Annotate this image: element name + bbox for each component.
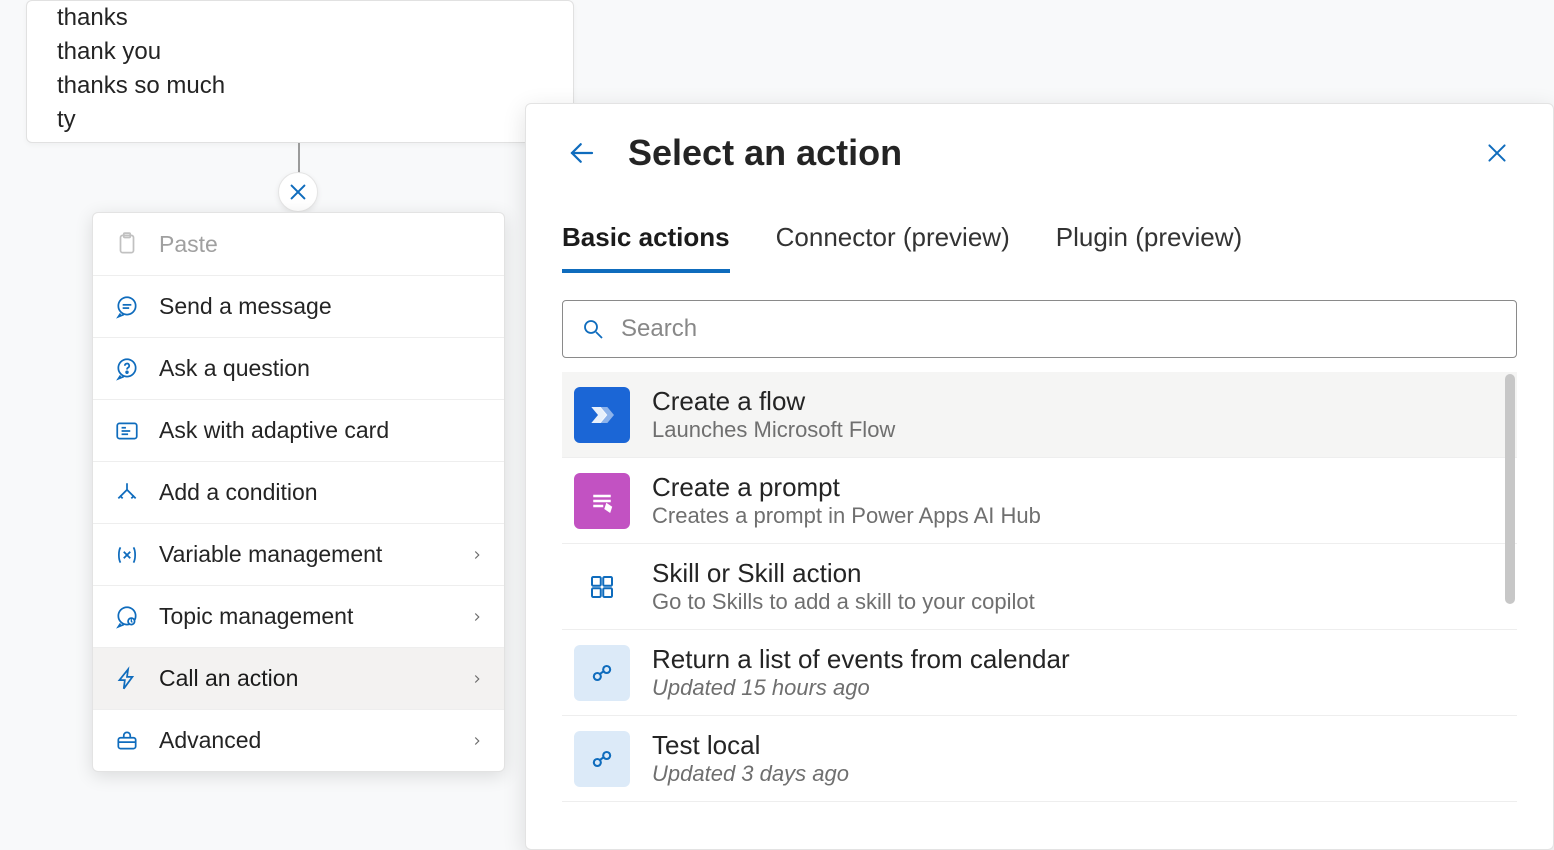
action-title: Create a prompt [652, 472, 1041, 503]
search-input[interactable] [621, 315, 1498, 343]
action-row-create-flow[interactable]: Create a flow Launches Microsoft Flow [562, 372, 1517, 458]
action-row-calendar[interactable]: Return a list of events from calendar Up… [562, 630, 1517, 716]
chevron-right-icon [470, 610, 484, 624]
action-subtitle: Updated 3 days ago [652, 761, 849, 787]
cloud-flow-icon [574, 731, 630, 787]
action-subtitle: Creates a prompt in Power Apps AI Hub [652, 503, 1041, 529]
trigger-phrase-card: thanks thank you thanks so much ty [26, 0, 574, 143]
skill-icon [574, 559, 630, 615]
question-icon [113, 355, 141, 383]
action-title: Create a flow [652, 386, 895, 417]
chat-icon [113, 293, 141, 321]
search-icon [581, 317, 605, 341]
branch-icon [113, 479, 141, 507]
menu-item-paste[interactable]: Paste [93, 213, 504, 275]
trigger-phrase: ty [57, 103, 543, 137]
menu-item-label: Variable management [159, 541, 452, 568]
action-subtitle: Go to Skills to add a skill to your copi… [652, 589, 1035, 615]
bolt-icon [113, 665, 141, 693]
action-row-create-prompt[interactable]: Create a prompt Creates a prompt in Powe… [562, 458, 1517, 544]
chevron-right-icon [470, 548, 484, 562]
back-button[interactable] [562, 133, 602, 173]
action-subtitle: Launches Microsoft Flow [652, 417, 895, 443]
menu-item-label: Add a condition [159, 479, 484, 506]
action-title: Skill or Skill action [652, 558, 1035, 589]
menu-item-label: Advanced [159, 727, 452, 754]
paste-icon [113, 230, 141, 258]
action-subtitle: Updated 15 hours ago [652, 675, 1070, 701]
menu-item-label: Send a message [159, 293, 484, 320]
chevron-right-icon [470, 734, 484, 748]
search-box[interactable] [562, 300, 1517, 358]
action-title: Test local [652, 730, 849, 761]
menu-item-advanced[interactable]: Advanced [93, 709, 504, 771]
menu-item-label: Ask a question [159, 355, 484, 382]
menu-item-call-action[interactable]: Call an action [93, 647, 504, 709]
tab-plugin[interactable]: Plugin (preview) [1056, 222, 1242, 273]
toolbox-icon [113, 727, 141, 755]
close-button[interactable] [1477, 133, 1517, 173]
panel-tabs: Basic actions Connector (preview) Plugin… [562, 222, 1517, 274]
menu-item-label: Call an action [159, 665, 452, 692]
trigger-phrase: thanks [57, 1, 543, 35]
variable-icon [113, 541, 141, 569]
close-icon [287, 181, 309, 203]
panel-header: Select an action [562, 132, 1517, 174]
trigger-phrase: thank you [57, 35, 543, 69]
menu-item-ask-question[interactable]: Ask a question [93, 337, 504, 399]
menu-item-topic-management[interactable]: Topic management [93, 585, 504, 647]
arrow-left-icon [567, 138, 597, 168]
menu-item-label: Topic management [159, 603, 452, 630]
close-icon [1484, 140, 1510, 166]
action-list: Create a flow Launches Microsoft Flow Cr… [562, 372, 1517, 802]
add-node-context-menu: Paste Send a message Ask a question Ask … [92, 212, 505, 772]
chevron-right-icon [470, 672, 484, 686]
action-row-test-local[interactable]: Test local Updated 3 days ago [562, 716, 1517, 802]
menu-item-variable-management[interactable]: Variable management [93, 523, 504, 585]
prompt-icon [574, 473, 630, 529]
menu-item-label: Paste [159, 231, 484, 258]
trigger-phrase: thanks so much [57, 69, 543, 103]
topic-icon [113, 603, 141, 631]
menu-item-adaptive-card[interactable]: Ask with adaptive card [93, 399, 504, 461]
card-icon [113, 417, 141, 445]
cloud-flow-icon [574, 645, 630, 701]
tab-connector[interactable]: Connector (preview) [776, 222, 1010, 273]
action-row-skill[interactable]: Skill or Skill action Go to Skills to ad… [562, 544, 1517, 630]
action-title: Return a list of events from calendar [652, 644, 1070, 675]
panel-title: Select an action [628, 132, 1451, 174]
select-action-panel: Select an action Basic actions Connector… [525, 103, 1554, 850]
menu-item-label: Ask with adaptive card [159, 417, 484, 444]
scrollbar[interactable] [1505, 374, 1515, 604]
tab-basic-actions[interactable]: Basic actions [562, 222, 730, 273]
menu-item-send-message[interactable]: Send a message [93, 275, 504, 337]
add-node-button[interactable] [278, 172, 318, 212]
menu-item-add-condition[interactable]: Add a condition [93, 461, 504, 523]
flow-icon [574, 387, 630, 443]
